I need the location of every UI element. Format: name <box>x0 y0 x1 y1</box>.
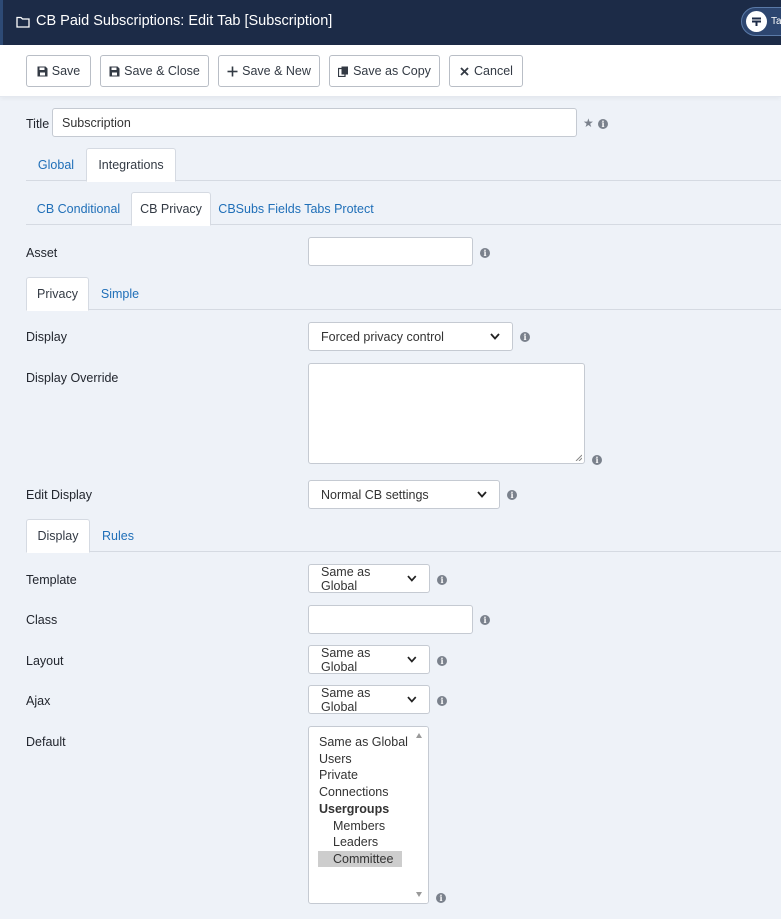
layout-label: Layout <box>26 654 64 668</box>
plus-icon <box>227 66 238 76</box>
info-icon: i <box>520 332 530 342</box>
tab-cb-privacy[interactable]: CB Privacy <box>131 192 211 226</box>
template-select[interactable]: Same as Global <box>308 564 430 593</box>
display-select-value: Forced privacy control <box>321 329 444 344</box>
display-label: Display <box>26 330 67 344</box>
folder-icon <box>16 16 30 28</box>
close-icon <box>460 66 469 76</box>
title-input[interactable]: Subscription <box>52 108 577 137</box>
info-icon: i <box>437 696 447 706</box>
save-new-button[interactable]: Save & New <box>218 55 320 87</box>
chevron-down-icon <box>477 491 487 498</box>
template-label: Template <box>26 573 77 587</box>
tab-global[interactable]: Global <box>26 148 86 181</box>
display-select[interactable]: Forced privacy control <box>308 322 513 351</box>
info-icon: i <box>437 656 447 666</box>
main-tabs: Global Integrations <box>26 148 781 182</box>
list-item[interactable]: Same as Global <box>319 734 408 750</box>
info-icon: i <box>598 119 608 129</box>
list-item[interactable]: Members <box>333 818 385 834</box>
class-input[interactable] <box>308 605 473 634</box>
template-select-value: Same as Global <box>321 564 371 593</box>
info-icon: i <box>437 575 447 585</box>
cancel-button[interactable]: Cancel <box>449 55 523 87</box>
title-label: Title <box>26 117 50 131</box>
chevron-down-icon <box>407 656 417 663</box>
chevron-down-icon <box>490 333 500 340</box>
info-icon: i <box>592 455 602 465</box>
list-group-label: Usergroups <box>319 802 390 816</box>
user-menu-label: Tal <box>771 16 781 27</box>
tab-privacy[interactable]: Privacy <box>26 277 89 311</box>
resize-handle-icon[interactable] <box>575 454 582 461</box>
chevron-down-icon <box>407 696 417 703</box>
info-icon: i <box>436 893 446 903</box>
tab-integrations[interactable]: Integrations <box>86 148 176 182</box>
save-close-button[interactable]: Save & Close <box>100 55 209 87</box>
class-label: Class <box>26 613 58 627</box>
layout-select[interactable]: Same as Global <box>308 645 430 674</box>
list-item[interactable]: Users <box>319 751 352 767</box>
display-tabs: Display Rules <box>26 519 781 553</box>
star-icon[interactable]: ★ <box>583 116 594 130</box>
tab-cb-conditional[interactable]: CB Conditional <box>26 192 131 225</box>
page-title: CB Paid Subscriptions: Edit Tab [Subscri… <box>16 13 332 29</box>
cancel-label: Cancel <box>474 64 513 78</box>
display-override-label: Display Override <box>26 371 119 385</box>
list-item[interactable]: Leaders <box>333 834 378 850</box>
ajax-select-value: Same as Global <box>321 685 371 714</box>
privacy-tabs: Privacy Simple <box>26 277 781 311</box>
layout-select-value: Same as Global <box>321 645 371 674</box>
default-listbox[interactable]: Same as Global Users Private Connections… <box>308 726 429 904</box>
tab-display[interactable]: Display <box>26 519 90 553</box>
list-item[interactable]: Connections <box>319 784 389 800</box>
tab-simple[interactable]: Simple <box>89 277 151 310</box>
list-item[interactable]: Private <box>319 767 358 783</box>
title-input-value: Subscription <box>62 115 131 130</box>
scroll-up-icon[interactable] <box>416 733 422 738</box>
edit-display-select-value: Normal CB settings <box>321 487 429 502</box>
tab-cbsubs-fields-tabs-protect[interactable]: CBSubs Fields Tabs Protect <box>211 192 381 225</box>
integration-tabs: CB Conditional CB Privacy CBSubs Fields … <box>26 192 781 226</box>
tab-rules[interactable]: Rules <box>90 519 146 552</box>
app-header: CB Paid Subscriptions: Edit Tab [Subscri… <box>0 0 781 45</box>
page-title-text: CB Paid Subscriptions: Edit Tab [Subscri… <box>36 13 333 29</box>
floppy-icon <box>37 66 48 76</box>
ajax-select[interactable]: Same as Global <box>308 685 430 714</box>
save-label: Save <box>51 64 81 78</box>
listbox-scrollbar[interactable] <box>410 727 428 903</box>
save-close-label: Save & Close <box>124 64 200 78</box>
default-label: Default <box>26 735 66 749</box>
menu-icon <box>746 11 767 32</box>
chevron-down-icon <box>407 575 417 582</box>
toolbar: Save Save & Close Save & New Save as Cop… <box>0 45 781 97</box>
ajax-label: Ajax <box>26 694 51 708</box>
list-item-selected[interactable]: Committee <box>318 851 402 867</box>
copy-icon <box>338 66 349 77</box>
save-button[interactable]: Save <box>26 55 91 87</box>
scroll-down-icon[interactable] <box>416 892 422 897</box>
info-icon: i <box>480 615 490 625</box>
asset-input[interactable] <box>308 237 473 266</box>
asset-label: Asset <box>26 246 58 260</box>
info-icon: i <box>480 248 490 258</box>
save-copy-button[interactable]: Save as Copy <box>329 55 440 87</box>
info-icon: i <box>507 490 517 500</box>
edit-display-select[interactable]: Normal CB settings <box>308 480 500 509</box>
floppy-icon <box>109 66 120 76</box>
edit-display-label: Edit Display <box>26 488 92 502</box>
save-new-label: Save & New <box>242 64 311 78</box>
save-copy-label: Save as Copy <box>353 64 431 78</box>
display-override-textarea[interactable] <box>308 363 585 464</box>
user-menu-toggle[interactable]: Tal <box>741 7 781 36</box>
